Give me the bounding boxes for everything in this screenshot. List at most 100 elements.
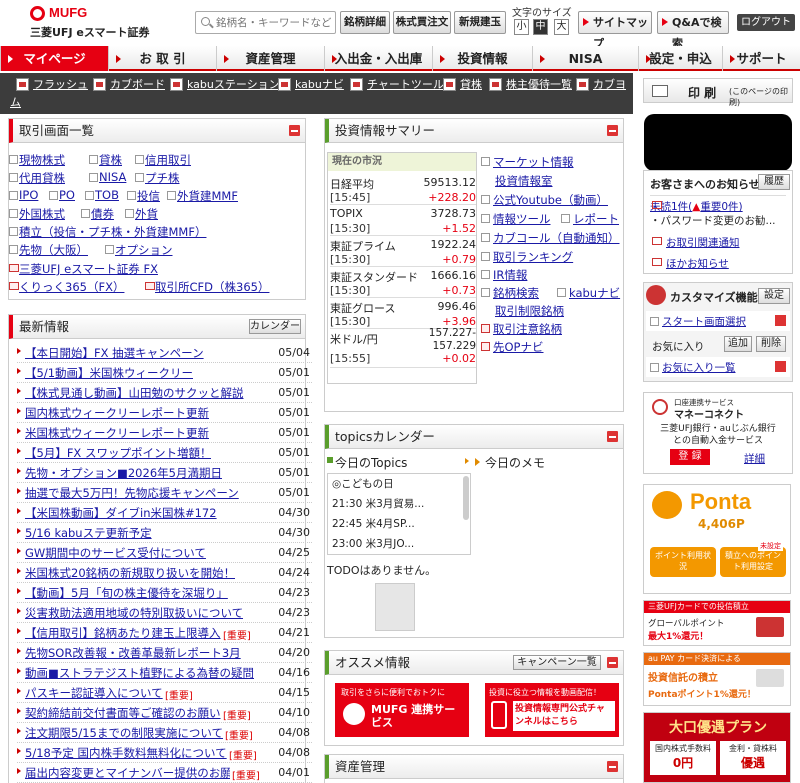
link-click365[interactable]: くりっく365（FX） (9, 279, 124, 295)
unread-count[interactable]: 未読1件(▲重要0件) (650, 199, 743, 214)
nav-shisan[interactable]: 資産管理 (216, 46, 324, 71)
tool-kabuboard[interactable]: カブボード (93, 77, 165, 93)
tool-kabunavi[interactable]: kabuナビ (278, 77, 344, 93)
news-item[interactable]: 災害救助法適用地域の特別取扱いについて 04/23 (17, 603, 312, 623)
link-ipo[interactable]: IPO (9, 188, 38, 202)
news-item[interactable]: 【信用取引】銘柄あたり建玉上限導入 [重要] 04/21 (17, 623, 312, 643)
logo[interactable]: MUFG (49, 5, 87, 20)
news-title[interactable]: 動画■ストラテジスト植野による為替の疑問 (25, 665, 254, 681)
news-title[interactable]: 注文期限5/15までの制限実施について (25, 725, 223, 741)
collapse-icon[interactable] (607, 125, 618, 136)
collapse-icon[interactable] (289, 125, 300, 136)
collapse-icon[interactable] (607, 431, 618, 442)
news-item[interactable]: GW期間中のサービス受付について 04/25 (17, 543, 312, 563)
summary-link[interactable]: カブコール（自動通知） (481, 230, 620, 246)
password-notice[interactable]: ・パスワード変更のお勧... (650, 213, 790, 228)
link-daiyou[interactable]: 代用貸株 (9, 170, 65, 186)
fav-delete-button[interactable]: 削除 (756, 336, 786, 352)
summary-link[interactable]: kabuナビ (557, 285, 620, 301)
scrollbar[interactable] (463, 476, 469, 520)
calendar-button[interactable]: カレンダー (249, 319, 301, 334)
news-title[interactable]: 【米国株動画】ダイブin米国株#172 (25, 505, 217, 521)
fav-add-button[interactable]: 追加 (724, 336, 752, 352)
news-item[interactable]: 先物SOR改善報・改善革最新レポート3月 04/20 (17, 643, 312, 663)
news-item[interactable]: 【5/1動画】米国株ウィークリー 05/01 (17, 363, 312, 383)
news-title[interactable]: 5/18予定 国内株手数料無料化について (25, 745, 227, 761)
news-item[interactable]: 国内株式ウィークリーレポート更新 05/01 (17, 403, 312, 423)
campaign-list-button[interactable]: キャンペーン一覧 (513, 655, 601, 670)
nav-settei[interactable]: 設定・申込 (638, 46, 722, 71)
news-item[interactable]: 米国株式ウィークリーレポート更新 05/01 (17, 423, 312, 443)
ooguchi-banner[interactable]: 大口優遇プラン 国内株式手数料 0円 金利・貸株料 優遇 (643, 712, 791, 783)
tool-overflow[interactable]: ム (10, 95, 21, 111)
print-button[interactable]: 印 刷 (このページの印刷) (643, 78, 793, 107)
plus-icon[interactable] (775, 361, 786, 372)
start-screen-link[interactable]: スタート画面選択 (650, 314, 746, 329)
news-item[interactable]: 先物・オプション■2026年5月満期日 05/01 (17, 463, 312, 483)
news-title[interactable]: 【株式見通し動画】山田勉のサクッと解説 (25, 385, 244, 401)
summary-link[interactable]: 取引制限銘柄 (495, 303, 564, 319)
stock-detail-button[interactable]: 銘柄詳細 (340, 11, 390, 34)
news-title[interactable]: パスキー認証導入について (25, 685, 163, 701)
news-title[interactable]: 【5月】FX スワップポイント増額！ (25, 445, 211, 461)
search-input[interactable] (216, 15, 331, 31)
news-title[interactable]: 【5/1動画】米国株ウィークリー (25, 365, 193, 381)
summary-link[interactable]: レポート (561, 211, 619, 227)
link-nisa[interactable]: NISA (89, 170, 126, 184)
news-item[interactable]: 【5月】FX スワップポイント増額！ 05/01 (17, 443, 312, 463)
tool-yutai[interactable]: 株主優待一覧 (489, 77, 572, 93)
sitemap-button[interactable]: サイトマップ (578, 11, 652, 50)
link-po[interactable]: PO (49, 188, 75, 202)
font-size-large[interactable]: 大 (554, 19, 569, 35)
summary-link[interactable]: 取引注意銘柄 (481, 321, 562, 337)
nav-nisa[interactable]: NISA (532, 46, 638, 71)
new-position-button[interactable]: 新規建玉 (454, 11, 506, 34)
news-title[interactable]: 届出内容変更とマイナンバー提供のお願い (25, 765, 230, 781)
link-puchikabu[interactable]: プチ株 (135, 170, 180, 186)
news-title[interactable]: 米国株式ウィークリーレポート更新 (25, 425, 209, 441)
aupay-banner[interactable]: au PAY カード決済による 投資信託の積立 Pontaポイント1%還元！ (643, 652, 791, 706)
news-item[interactable]: 5/16 kabuステ更新予定 04/30 (17, 523, 312, 543)
news-title[interactable]: 国内株式ウィークリーレポート更新 (25, 405, 209, 421)
mufg-link-banner[interactable]: 取引をさらに便利でおトクに MUFG 連携サービス (335, 683, 469, 737)
link-kashikabu[interactable]: 貸株 (89, 152, 122, 168)
link-gaika[interactable]: 外貨 (125, 206, 158, 222)
link-tsumitate[interactable]: 積立（投信・プチ株・外貨建MMF） (9, 224, 206, 240)
news-title[interactable]: 先物SOR改善報・改善革最新レポート3月 (25, 645, 241, 661)
ponta-banner[interactable]: Ponta 4,406P ポイント利用状況 積立へのポイント利用設定 未設定 (643, 484, 791, 594)
news-title[interactable]: 災害救助法適用地域の特別取扱いについて (25, 605, 243, 621)
qa-search-button[interactable]: Q&Aで検索 (657, 11, 729, 50)
collapse-icon[interactable] (607, 657, 618, 668)
news-title[interactable]: GW期間中のサービス受付について (25, 545, 206, 561)
youtube-banner[interactable]: 投資に役立つ情報を動画配信！ 投資情報専門公式チャンネルはこちら (485, 683, 619, 737)
news-item[interactable]: 契約締結前交付書面等ご確認のお願い [重要] 04/10 (17, 703, 312, 723)
link-tob[interactable]: TOB (85, 188, 119, 202)
link-option[interactable]: オプション (105, 242, 173, 258)
logout-button[interactable]: ログアウト (737, 14, 795, 31)
collapse-icon[interactable] (607, 761, 618, 772)
stock-buy-button[interactable]: 株式買注文 (393, 11, 451, 34)
summary-link[interactable]: IR情報 (481, 267, 527, 283)
nav-nyushukkin[interactable]: 入出金・入出庫 (324, 46, 432, 71)
news-title[interactable]: 5/16 kabuステ更新予定 (25, 525, 152, 541)
nav-support[interactable]: サポート (722, 46, 800, 71)
link-gaika-mmf[interactable]: 外貨建MMF (167, 188, 238, 204)
news-item[interactable]: 【動画】5月「旬の株主優待を深堀り」 04/23 (17, 583, 312, 603)
news-title[interactable]: 米国株式20銘柄の新規取り扱いを開始！ (25, 565, 235, 581)
news-title[interactable]: 【動画】5月「旬の株主優待を深堀り」 (25, 585, 228, 601)
tool-kabustation[interactable]: kabuステーション (170, 77, 280, 93)
nav-mypage[interactable]: マイページ (0, 46, 108, 71)
topics-list[interactable]: ◎こどもの日 21:30 米3月貿易... 22:45 米4月SP... 23:… (327, 473, 471, 555)
news-item[interactable]: 動画■ストラテジスト植野による為替の疑問 04/16 (17, 663, 312, 683)
news-title[interactable]: 【本日開始】FX 抽選キャンペーン (25, 345, 204, 361)
link-sakimono[interactable]: 先物（大阪） (9, 242, 88, 258)
logo-subtitle[interactable]: 三菱UFJ eスマート証券 (30, 24, 150, 40)
plus-icon[interactable] (775, 315, 786, 326)
kanren-link[interactable]: お取引関連通知 (666, 235, 740, 250)
news-title[interactable]: 契約締結前交付書面等ご確認のお願い (25, 705, 221, 721)
link-genbutsu[interactable]: 現物株式 (9, 152, 65, 168)
news-item[interactable]: パスキー認証導入について [重要] 04/15 (17, 683, 312, 703)
ponta-setting-button[interactable]: 積立へのポイント利用設定 (720, 547, 786, 577)
ponta-status-button[interactable]: ポイント利用状況 (650, 547, 716, 577)
news-item[interactable]: 【本日開始】FX 抽選キャンペーン 05/04 (17, 343, 312, 363)
